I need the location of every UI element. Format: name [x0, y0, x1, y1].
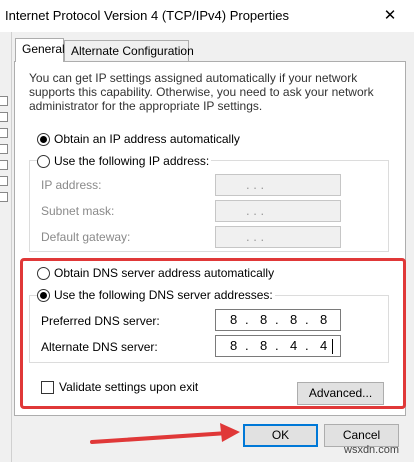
- ip-address-field: . . .: [215, 174, 341, 196]
- radio-selected-icon: [37, 132, 50, 146]
- close-button[interactable]: ✕: [370, 2, 410, 30]
- parent-checkbox: [0, 112, 8, 122]
- arrow-annotation-icon: [90, 423, 240, 444]
- radio-unselected-icon: [37, 154, 50, 168]
- description-text: You can get IP settings assigned automat…: [29, 71, 374, 113]
- subnet-mask-dots: . . .: [246, 203, 265, 218]
- ip-manual-label: Use the following IP address:: [54, 154, 210, 168]
- ip-address-dots: . . .: [246, 177, 265, 192]
- ip-address-label: IP address:: [41, 178, 102, 192]
- default-gateway-dots: . . .: [246, 229, 265, 244]
- tab-general[interactable]: General: [15, 38, 65, 62]
- parent-checkbox: [0, 128, 8, 138]
- parent-checkbox: [0, 144, 8, 154]
- window-title: Internet Protocol Version 4 (TCP/IPv4) P…: [5, 8, 289, 23]
- default-gateway-label: Default gateway:: [41, 230, 131, 244]
- ok-button[interactable]: OK: [243, 424, 318, 447]
- parent-checkbox: [0, 176, 8, 186]
- parent-checkbox: [0, 192, 8, 202]
- parent-dialog-edge: [0, 32, 12, 462]
- subnet-mask-field: . . .: [215, 200, 341, 222]
- watermark: wsxdn.com: [344, 444, 400, 456]
- ip-auto-radio[interactable]: Obtain an IP address automatically: [37, 132, 242, 146]
- subnet-mask-label: Subnet mask:: [41, 204, 115, 218]
- ip-auto-label: Obtain an IP address automatically: [54, 132, 240, 146]
- parent-checkbox: [0, 96, 8, 106]
- close-icon: ✕: [383, 7, 397, 24]
- ip-manual-radio[interactable]: Use the following IP address:: [37, 154, 212, 168]
- dns-highlight-box: [20, 258, 406, 409]
- tab-alternate-configuration[interactable]: Alternate Configuration: [64, 40, 194, 62]
- default-gateway-field: . . .: [215, 226, 341, 248]
- parent-checkbox: [0, 160, 8, 170]
